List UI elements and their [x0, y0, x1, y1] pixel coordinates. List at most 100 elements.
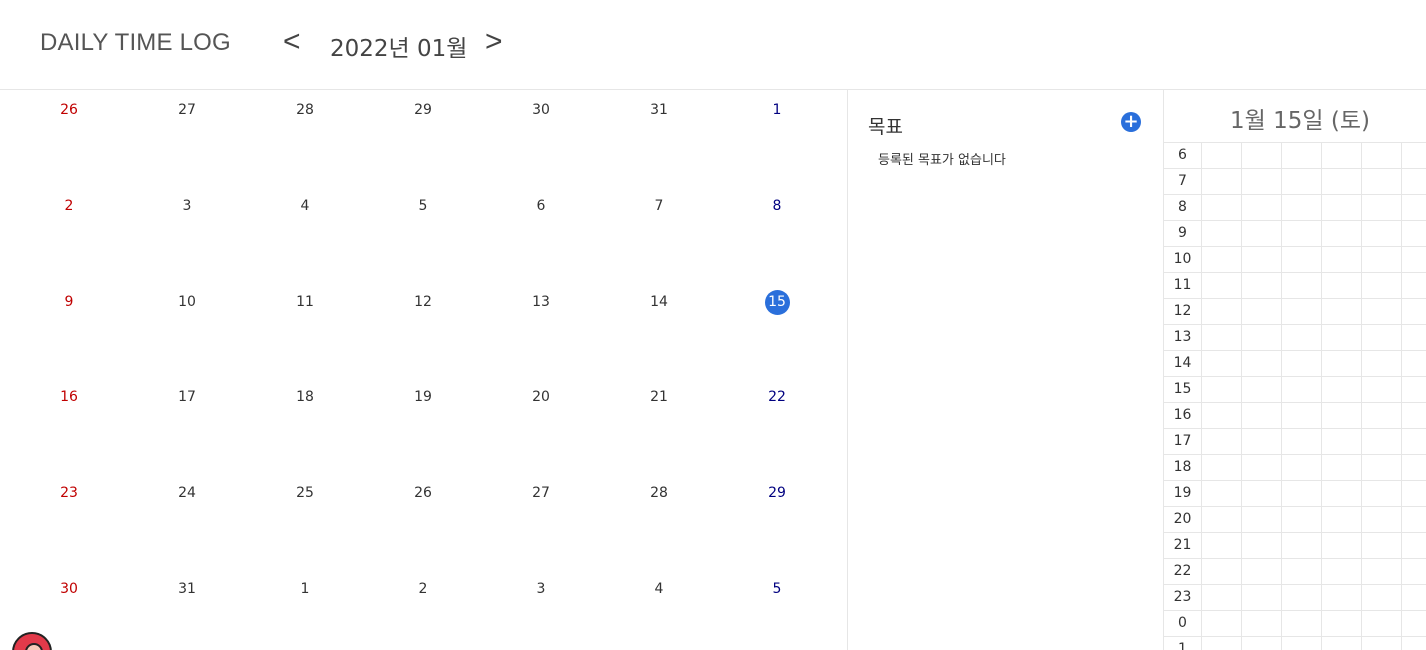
timeline-slot[interactable]: [1202, 273, 1242, 299]
timeline-slot[interactable]: [1402, 481, 1426, 507]
timeline-slot[interactable]: [1402, 143, 1426, 169]
timeline-slot[interactable]: [1282, 585, 1322, 611]
timeline-slot[interactable]: [1362, 247, 1402, 273]
calendar-day[interactable]: 3: [128, 198, 246, 214]
timeline-slot[interactable]: [1322, 299, 1362, 325]
timeline-slot[interactable]: [1242, 273, 1282, 299]
timeline-slot[interactable]: [1202, 481, 1242, 507]
timeline-slot[interactable]: [1242, 585, 1282, 611]
timeline-slot[interactable]: [1202, 533, 1242, 559]
timeline-slot[interactable]: [1402, 611, 1426, 637]
timeline-slot[interactable]: [1242, 169, 1282, 195]
calendar-day[interactable]: 16: [10, 389, 128, 405]
timeline-slot[interactable]: [1202, 429, 1242, 455]
timeline-slot[interactable]: [1362, 221, 1402, 247]
calendar-day[interactable]: 24: [128, 485, 246, 501]
timeline-slot[interactable]: [1202, 143, 1242, 169]
calendar-day[interactable]: 3: [482, 581, 600, 597]
timeline-slot[interactable]: [1322, 221, 1362, 247]
timeline-slot[interactable]: [1202, 559, 1242, 585]
timeline-slot[interactable]: [1322, 351, 1362, 377]
calendar-day[interactable]: 7: [600, 198, 718, 214]
calendar-day[interactable]: 26: [364, 485, 482, 501]
timeline-slot[interactable]: [1362, 507, 1402, 533]
timeline-slot[interactable]: [1242, 247, 1282, 273]
calendar-day[interactable]: 10: [128, 294, 246, 310]
timeline-slot[interactable]: [1322, 273, 1362, 299]
timeline-slot[interactable]: [1282, 143, 1322, 169]
timeline-slot[interactable]: [1322, 247, 1362, 273]
timeline-slot[interactable]: [1362, 403, 1402, 429]
timeline-slot[interactable]: [1242, 533, 1282, 559]
timeline-slot[interactable]: [1362, 429, 1402, 455]
calendar-day[interactable]: 12: [364, 294, 482, 310]
timeline-slot[interactable]: [1282, 299, 1322, 325]
calendar-day[interactable]: 5: [718, 581, 836, 597]
timeline-slot[interactable]: [1402, 559, 1426, 585]
calendar-day[interactable]: 4: [246, 198, 364, 214]
timeline-slot[interactable]: [1322, 429, 1362, 455]
timeline-slot[interactable]: [1362, 325, 1402, 351]
calendar-day[interactable]: 13: [482, 294, 600, 310]
timeline-slot[interactable]: [1362, 559, 1402, 585]
timeline-slot[interactable]: [1242, 611, 1282, 637]
timeline-slot[interactable]: [1322, 455, 1362, 481]
timeline-slot[interactable]: [1242, 637, 1282, 650]
calendar-day[interactable]: 20: [482, 389, 600, 405]
timeline-slot[interactable]: [1202, 169, 1242, 195]
timeline-slot[interactable]: [1242, 195, 1282, 221]
timeline-slot[interactable]: [1282, 351, 1322, 377]
timeline-slot[interactable]: [1282, 221, 1322, 247]
timeline-slot[interactable]: [1402, 429, 1426, 455]
timeline-slot[interactable]: [1402, 351, 1426, 377]
timeline-slot[interactable]: [1322, 507, 1362, 533]
timeline-slot[interactable]: [1282, 377, 1322, 403]
timeline-slot[interactable]: [1282, 533, 1322, 559]
timeline-slot[interactable]: [1402, 299, 1426, 325]
timeline-slot[interactable]: [1402, 403, 1426, 429]
timeline-slot[interactable]: [1322, 585, 1362, 611]
timeline-slot[interactable]: [1362, 377, 1402, 403]
calendar-day[interactable]: 30: [482, 102, 600, 118]
prev-month-button[interactable]: <: [283, 25, 301, 59]
timeline-slot[interactable]: [1322, 403, 1362, 429]
timeline-slot[interactable]: [1362, 637, 1402, 650]
timeline-slot[interactable]: [1202, 351, 1242, 377]
timeline-slot[interactable]: [1282, 169, 1322, 195]
timeline-slot[interactable]: [1402, 221, 1426, 247]
timeline-slot[interactable]: [1242, 143, 1282, 169]
calendar-day[interactable]: 25: [246, 485, 364, 501]
calendar-day[interactable]: 28: [246, 102, 364, 118]
timeline-slot[interactable]: [1402, 585, 1426, 611]
timeline-slot[interactable]: [1402, 325, 1426, 351]
timeline-slot[interactable]: [1202, 507, 1242, 533]
calendar-day[interactable]: 2: [364, 581, 482, 597]
timeline-slot[interactable]: [1282, 325, 1322, 351]
calendar-day[interactable]: 14: [600, 294, 718, 310]
calendar-day[interactable]: 2: [10, 198, 128, 214]
calendar-day[interactable]: 18: [246, 389, 364, 405]
timeline-slot[interactable]: [1202, 585, 1242, 611]
calendar-day[interactable]: 23: [10, 485, 128, 501]
calendar-day[interactable]: 22: [718, 389, 836, 405]
calendar-day[interactable]: 21: [600, 389, 718, 405]
timeline-slot[interactable]: [1202, 221, 1242, 247]
timeline-slot[interactable]: [1202, 195, 1242, 221]
timeline-slot[interactable]: [1202, 247, 1242, 273]
timeline-slot[interactable]: [1322, 195, 1362, 221]
timeline-slot[interactable]: [1362, 481, 1402, 507]
timeline-slot[interactable]: [1402, 247, 1426, 273]
timeline-slot[interactable]: [1402, 533, 1426, 559]
timeline-slot[interactable]: [1202, 403, 1242, 429]
timeline-slot[interactable]: [1282, 403, 1322, 429]
timeline-slot[interactable]: [1242, 559, 1282, 585]
timeline-slot[interactable]: [1362, 351, 1402, 377]
timeline-slot[interactable]: [1282, 195, 1322, 221]
timeline-slot[interactable]: [1362, 195, 1402, 221]
timeline-slot[interactable]: [1322, 533, 1362, 559]
calendar-day[interactable]: 1: [718, 102, 836, 118]
calendar-day[interactable]: 29: [364, 102, 482, 118]
timeline-slot[interactable]: [1362, 585, 1402, 611]
timeline-slot[interactable]: [1202, 611, 1242, 637]
calendar-day[interactable]: 15: [718, 290, 836, 315]
